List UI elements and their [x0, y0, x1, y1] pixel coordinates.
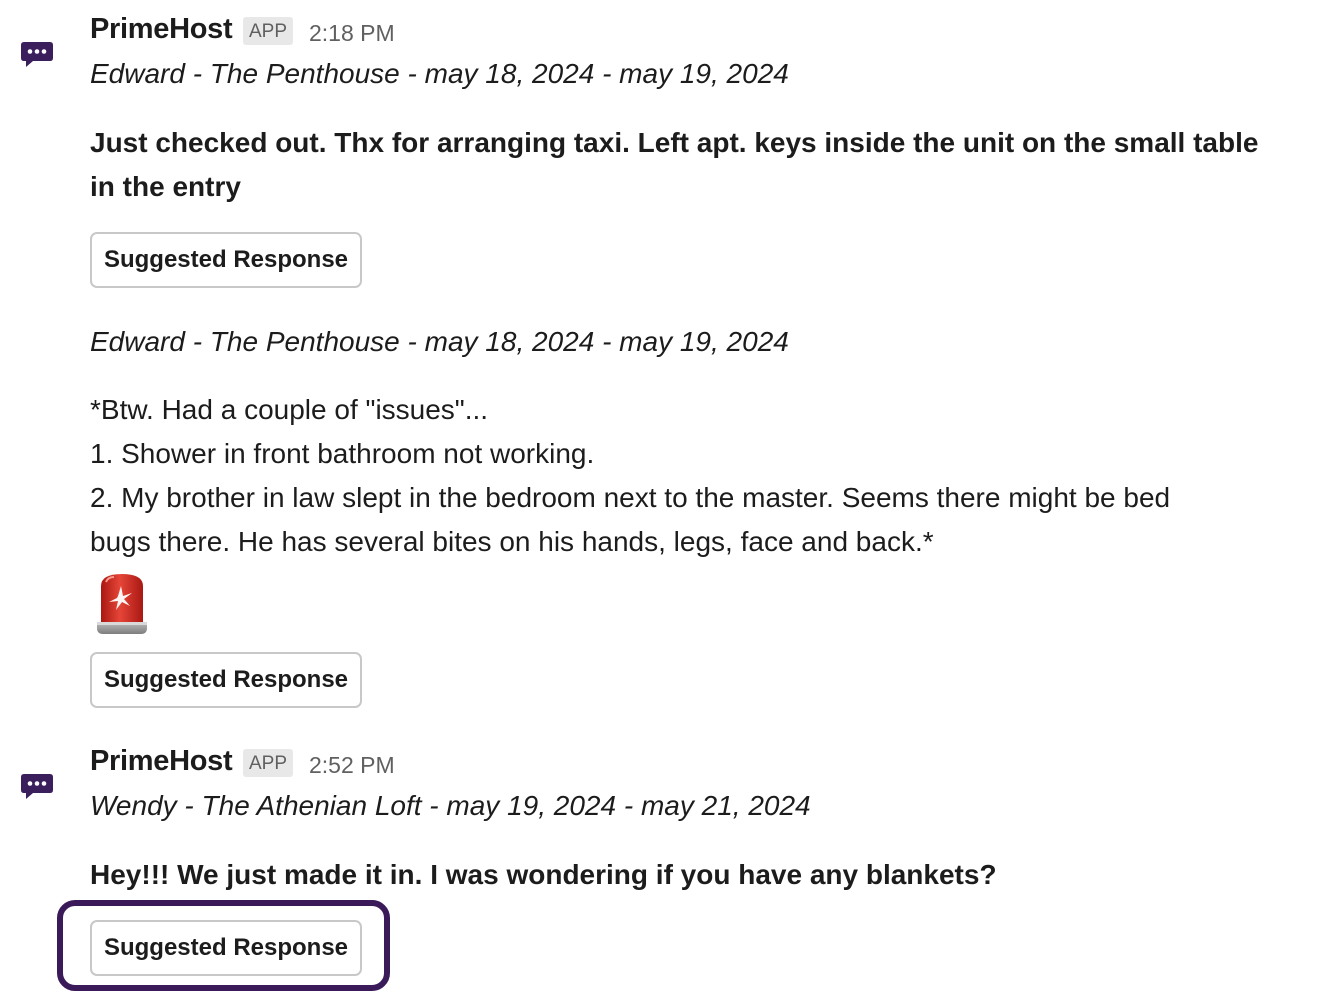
- app-badge: APP: [243, 749, 294, 777]
- message-timestamp[interactable]: 2:52 PM: [309, 752, 395, 779]
- bot-avatar[interactable]: [4, 18, 72, 86]
- booking-info: Edward - The Penthouse - may 18, 2024 - …: [90, 58, 789, 89]
- message-text: Just checked out. Thx for arranging taxi…: [90, 127, 1259, 202]
- message-text: Hey!!! We just made it in. I was wonderi…: [90, 859, 997, 890]
- message-line: *Btw. Had a couple of "issues"...: [90, 394, 489, 425]
- message-line: bugs there. He has several bites on his …: [90, 526, 934, 557]
- bot-avatar[interactable]: [4, 750, 72, 818]
- booking-info: Edward - The Penthouse - may 18, 2024 - …: [90, 326, 789, 357]
- speech-bubble-ellipsis-icon: [21, 774, 53, 799]
- suggested-response-button[interactable]: Suggested Response: [90, 920, 362, 976]
- sender-name[interactable]: PrimeHost: [90, 745, 233, 778]
- message-timestamp[interactable]: 2:18 PM: [309, 20, 395, 47]
- rotating-light-icon: [97, 574, 147, 634]
- suggested-response-button[interactable]: Suggested Response: [90, 652, 362, 708]
- booking-info: Wendy - The Athenian Loft - may 19, 2024…: [90, 790, 811, 821]
- sender-name[interactable]: PrimeHost: [90, 13, 233, 46]
- speech-bubble-ellipsis-icon: [21, 42, 53, 67]
- message-line: 2. My brother in law slept in the bedroo…: [90, 482, 1171, 513]
- message-line: 1. Shower in front bathroom not working.: [90, 438, 595, 469]
- app-badge: APP: [243, 17, 294, 45]
- suggested-response-button[interactable]: Suggested Response: [90, 232, 362, 288]
